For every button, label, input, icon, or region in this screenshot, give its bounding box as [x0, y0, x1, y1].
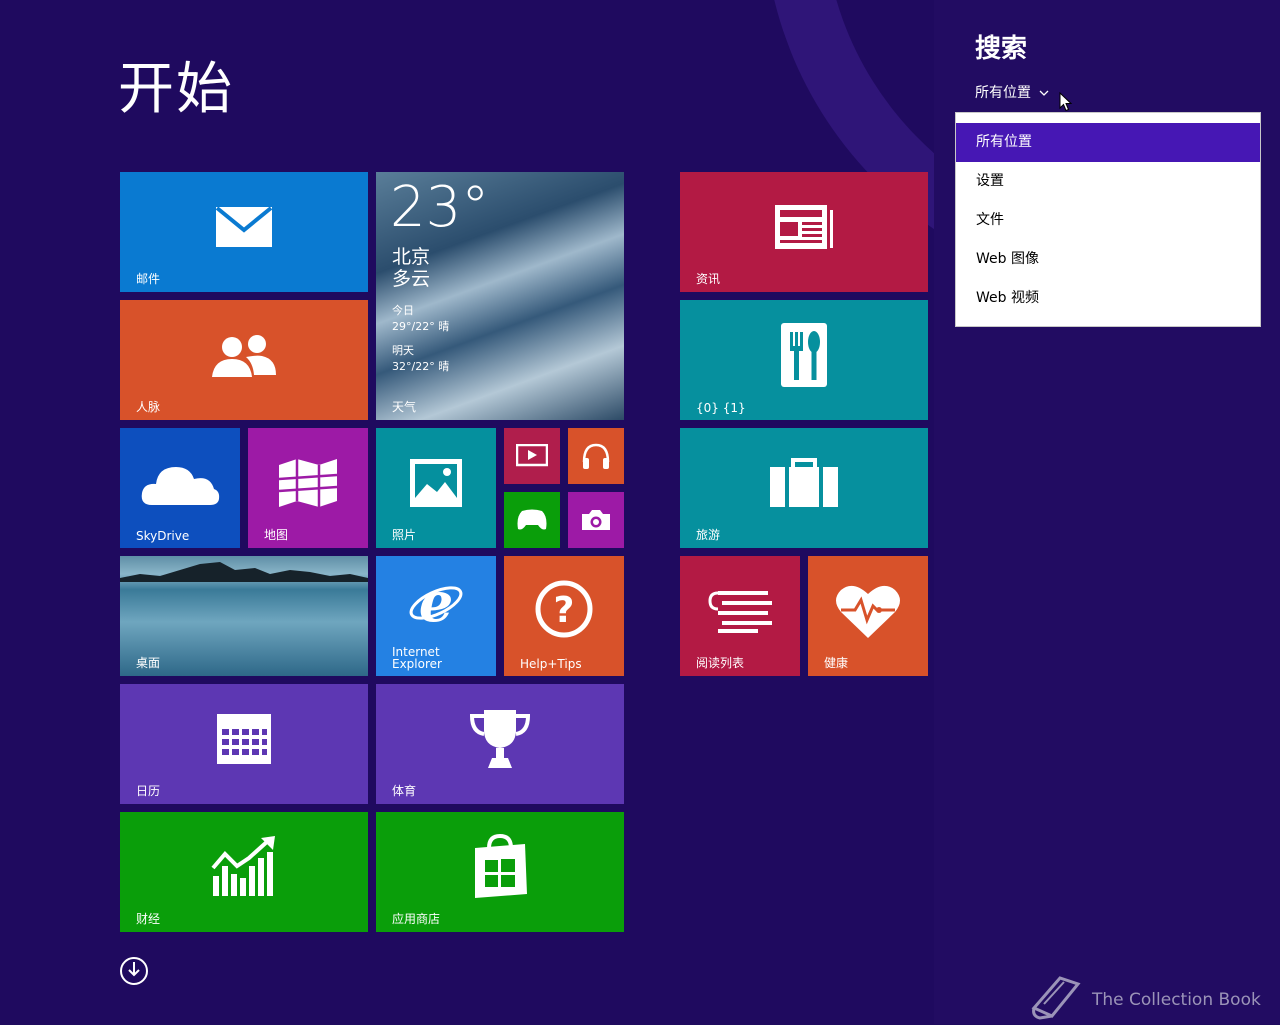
tile-travel[interactable]: 旅游	[680, 428, 928, 548]
tile-calendar[interactable]: 日历	[120, 684, 368, 804]
tile-label: 体育	[392, 784, 417, 798]
tile-finance[interactable]: 财经	[120, 812, 368, 932]
tile-label: 财经	[136, 912, 161, 926]
mouse-cursor-icon	[1059, 91, 1073, 116]
tile-label: 人脉	[136, 400, 161, 414]
tile-mail[interactable]: 邮件	[120, 172, 368, 292]
mail-icon	[215, 206, 273, 248]
store-bag-icon	[471, 834, 529, 900]
calendar-icon	[216, 713, 272, 765]
all-apps-button[interactable]	[120, 957, 148, 985]
tile-camera[interactable]	[568, 492, 624, 548]
chart-icon	[211, 836, 277, 898]
tile-internet-explorer[interactable]: e Internet Explorer	[376, 556, 496, 676]
dropdown-option[interactable]: 设置	[956, 162, 1260, 201]
dropdown-option[interactable]: 文件	[956, 201, 1260, 240]
tile-label: Internet Explorer	[392, 644, 442, 672]
tile-label: 天气	[392, 400, 417, 414]
headphones-icon	[581, 442, 611, 470]
weather-today-value: 29°/22° 晴	[392, 320, 450, 333]
camera-icon	[580, 508, 612, 532]
tile-label: 应用商店	[392, 912, 441, 926]
tile-label: SkyDrive	[136, 529, 190, 543]
arrow-down-icon	[127, 961, 141, 981]
question-icon: ?	[535, 580, 593, 638]
book-icon	[1030, 974, 1082, 1025]
video-icon	[516, 444, 548, 468]
tile-health[interactable]: 健康	[808, 556, 928, 676]
tile-label: 照片	[392, 528, 417, 542]
dropdown-option[interactable]: Web 视频	[956, 279, 1260, 318]
tile-games[interactable]	[504, 492, 560, 548]
search-scope-label: 所有位置	[975, 85, 1031, 101]
dropdown-option[interactable]: 所有位置	[956, 123, 1260, 162]
tile-sports[interactable]: 体育	[376, 684, 624, 804]
tile-store[interactable]: 应用商店	[376, 812, 624, 932]
tile-food[interactable]: {0} {1}	[680, 300, 928, 420]
svg-text:e: e	[419, 575, 453, 633]
rocks-graphic	[120, 562, 368, 582]
weather-condition: 多云	[392, 268, 431, 290]
watermark-text: The Collection Book	[1092, 989, 1261, 1010]
tile-label: 资讯	[696, 272, 721, 286]
tile-label: 健康	[824, 656, 849, 670]
tile-desktop[interactable]: 桌面	[120, 556, 368, 676]
map-icon	[277, 457, 339, 509]
tile-skydrive[interactable]: SkyDrive	[120, 428, 240, 548]
tile-help-tips[interactable]: ? Help+Tips	[504, 556, 624, 676]
weather-today-label: 今日	[392, 304, 414, 317]
search-pane: 搜索 所有位置 所有位置 设置 文件 Web 图像 Web 视频	[934, 0, 1280, 1024]
search-title: 搜索	[975, 34, 1028, 64]
reading-list-icon	[708, 589, 772, 634]
gamepad-icon	[516, 509, 548, 531]
trophy-icon	[468, 708, 532, 770]
tile-label: 邮件	[136, 272, 161, 286]
svg-text:?: ?	[554, 590, 575, 631]
weather-tomorrow-value: 32°/22° 晴	[392, 360, 450, 373]
tile-label: 桌面	[136, 656, 161, 670]
start-title: 开始	[118, 57, 234, 122]
dropdown-option[interactable]: Web 图像	[956, 240, 1260, 279]
tile-label: 阅读列表	[696, 656, 745, 670]
tile-music[interactable]	[568, 428, 624, 484]
tile-photos[interactable]: 照片	[376, 428, 496, 548]
tile-video[interactable]	[504, 428, 560, 484]
tile-label: 旅游	[696, 528, 721, 542]
news-icon	[774, 204, 834, 250]
search-scope-dropdown: 所有位置 设置 文件 Web 图像 Web 视频	[955, 112, 1261, 327]
cloud-icon	[140, 459, 220, 507]
tile-label: 地图	[264, 528, 289, 542]
suitcase-icon	[769, 457, 839, 509]
weather-tomorrow-label: 明天	[392, 344, 414, 357]
photo-icon	[409, 458, 463, 508]
tile-weather[interactable]: 23° 北京 多云 今日 29°/22° 晴 明天 32°/22° 晴 天气	[376, 172, 624, 420]
chevron-down-icon	[1039, 84, 1049, 100]
tile-label: Help+Tips	[520, 657, 582, 671]
tile-label: {0} {1}	[696, 401, 746, 415]
weather-city: 北京	[392, 246, 431, 268]
watermark: The Collection Book	[1030, 974, 1261, 1025]
internet-explorer-icon: e	[407, 575, 465, 633]
search-scope-selector[interactable]: 所有位置	[975, 82, 1049, 102]
tile-maps[interactable]: 地图	[248, 428, 368, 548]
utensils-icon	[780, 322, 828, 388]
people-icon	[212, 331, 276, 379]
start-screen: 开始 邮件 人脉 23° 北京 多云 今日 29°/22° 晴 明天 32°/2…	[0, 0, 934, 1024]
weather-temperature: 23°	[390, 175, 490, 240]
tile-news[interactable]: 资讯	[680, 172, 928, 292]
tile-label: 日历	[136, 784, 161, 798]
tile-reading-list[interactable]: 阅读列表	[680, 556, 800, 676]
tile-people[interactable]: 人脉	[120, 300, 368, 420]
heart-icon	[835, 582, 901, 640]
